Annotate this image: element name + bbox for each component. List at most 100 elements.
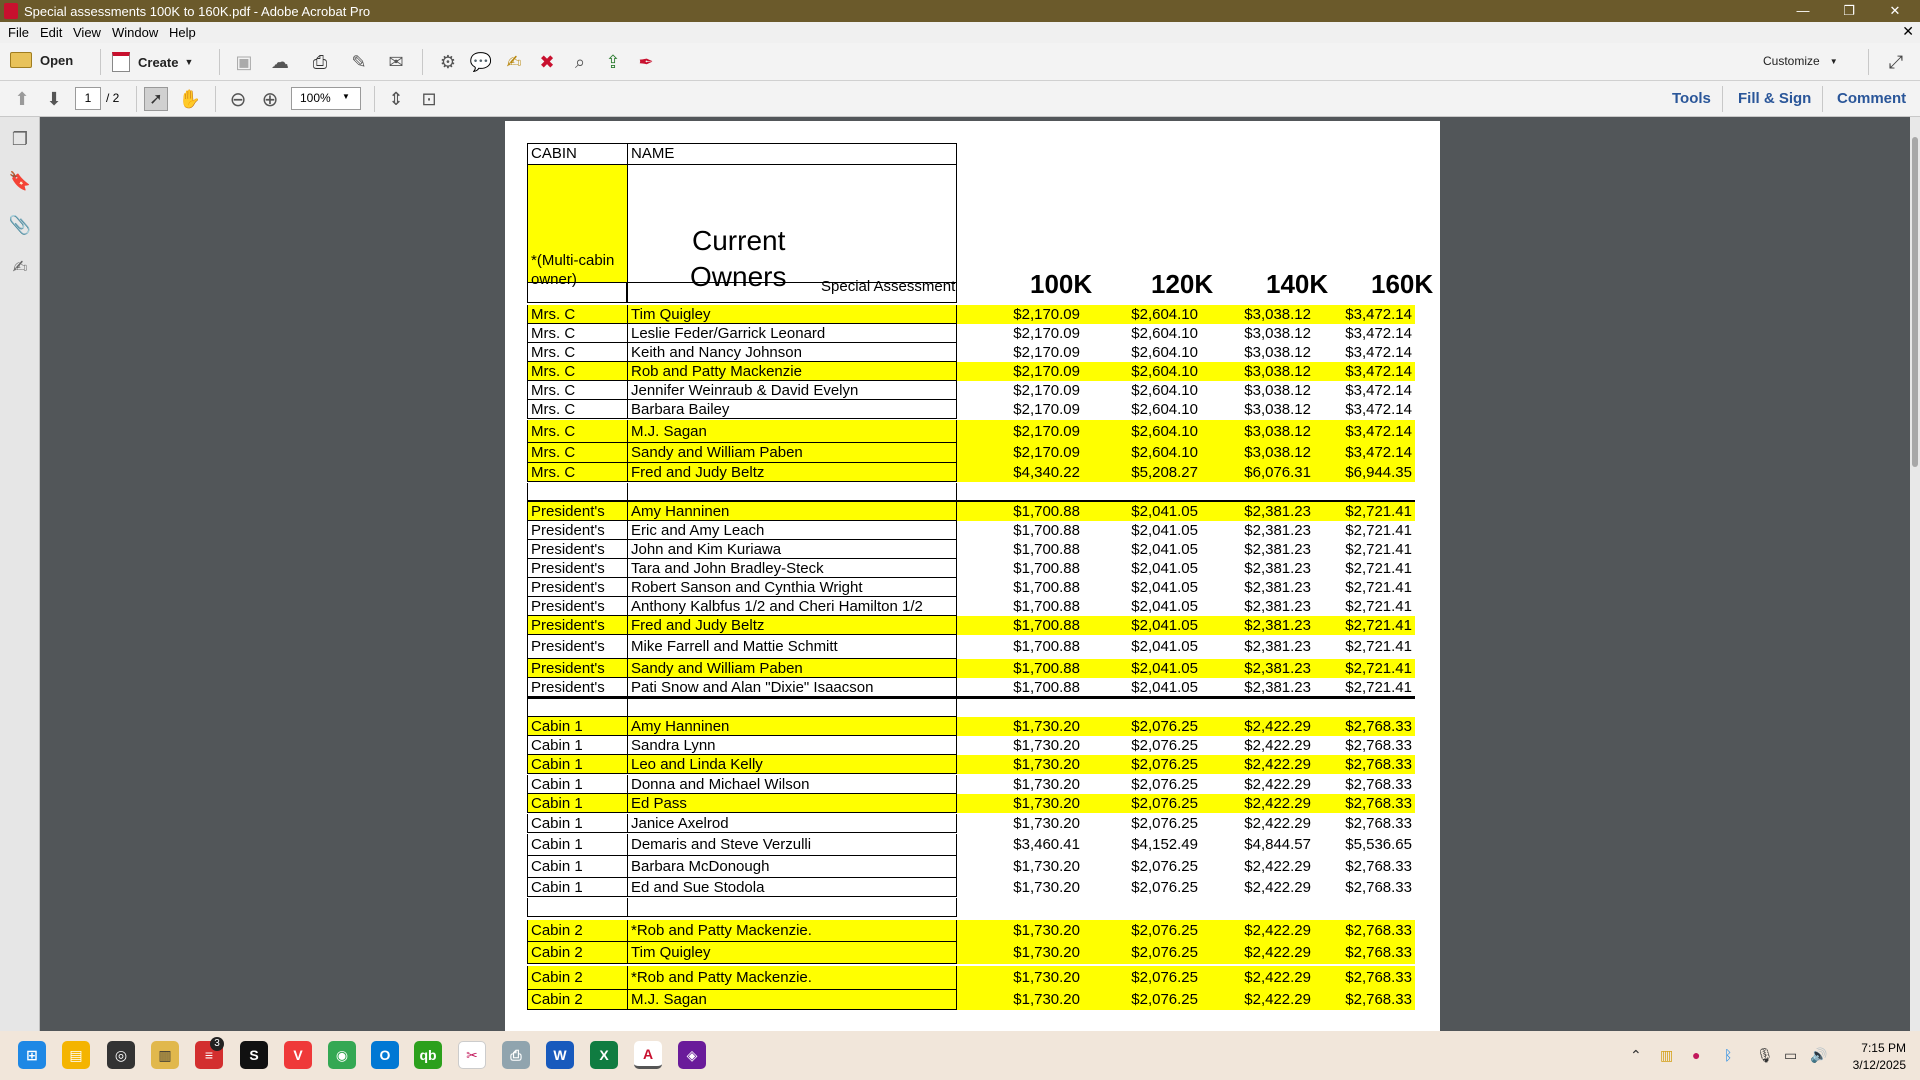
volume-icon[interactable]: 🔊: [1810, 1047, 1827, 1064]
amount-100k-cell: $1,700.88: [1013, 541, 1080, 558]
bookmarks-icon[interactable]: 🔖: [8, 169, 32, 193]
outlook-icon[interactable]: O: [371, 1041, 399, 1069]
quickbooks-icon[interactable]: qb: [414, 1041, 442, 1069]
scrivener-icon[interactable]: S: [240, 1041, 268, 1069]
cabin-cell: Cabin 2: [527, 990, 627, 1010]
attachments-icon[interactable]: 📎: [8, 213, 32, 237]
open-button[interactable]: Open: [10, 52, 73, 68]
comment-link[interactable]: Comment: [1837, 90, 1906, 107]
fit-width-icon[interactable]: ⊡: [417, 87, 441, 111]
owner-name-cell: Robert Sanson and Cynthia Wright: [627, 578, 957, 597]
owner-name-cell: Tim Quigley: [627, 305, 957, 324]
amount-140k-cell: $2,381.23: [1201, 502, 1314, 521]
amount-140k-cell: $2,422.29: [1244, 776, 1311, 793]
restore-button[interactable]: ❐: [1826, 0, 1872, 22]
next-page-icon[interactable]: ⬇: [42, 87, 66, 111]
hand-tool-icon[interactable]: ✋: [178, 87, 202, 111]
highlight-icon[interactable]: ✍: [502, 50, 526, 74]
export-icon[interactable]: ⇪: [601, 50, 625, 74]
table-row: Cabin 1 Donna and Michael Wilson $1,730.20…: [527, 775, 1415, 794]
zoom-in-icon[interactable]: ⊕: [258, 87, 282, 111]
table-row: Cabin 1 Leo and Linda Kelly $1,730.20 $2,07…: [527, 755, 1415, 774]
network-icon[interactable]: ▭: [1784, 1047, 1797, 1064]
settings-gear-icon[interactable]: ⚙: [436, 50, 460, 74]
file-explorer-icon[interactable]: ▤: [62, 1041, 90, 1069]
table-row: Cabin 1 Janice Axelrod $1,730.20 $2,076.25 $…: [527, 814, 1415, 833]
owner-name-cell: Leslie Feder/Garrick Leonard: [627, 324, 957, 343]
amount-100k-cell: $1,700.88: [1013, 560, 1080, 577]
page-thumbnails-icon[interactable]: ❐: [8, 127, 32, 151]
close-button[interactable]: ✕: [1872, 0, 1918, 22]
bluetooth-icon[interactable]: ᛒ: [1724, 1047, 1732, 1063]
save-icon[interactable]: ▣: [232, 50, 256, 74]
menu-help[interactable]: Help: [169, 25, 196, 40]
fullscreen-icon[interactable]: ⤢: [1884, 50, 1908, 74]
delete-page-icon[interactable]: ✖: [535, 50, 559, 74]
tray-app-icon[interactable]: ▥: [1660, 1047, 1673, 1064]
microphone-icon[interactable]: 🎙: [1756, 1047, 1774, 1064]
vivaldi-icon[interactable]: V: [284, 1041, 312, 1069]
signatures-icon[interactable]: ✍: [8, 255, 32, 279]
amount-100k-cell: $1,700.88: [957, 502, 1083, 521]
amount-140k-cell: [1201, 483, 1314, 502]
owner-name-cell: Leo and Linda Kelly: [627, 755, 957, 774]
menu-window[interactable]: Window: [112, 25, 158, 40]
table-row: President's Eric and Amy Leach $1,700.88 $2…: [527, 521, 1415, 540]
scrollbar-thumb[interactable]: [1912, 137, 1918, 467]
close-document-icon[interactable]: ✕: [1902, 23, 1914, 40]
select-cursor-icon[interactable]: ➚: [144, 87, 168, 111]
amount-120k-cell: $2,076.25: [1083, 755, 1201, 774]
tools-link[interactable]: Tools: [1672, 90, 1711, 107]
fill-sign-link[interactable]: Fill & Sign: [1738, 90, 1811, 107]
fit-page-icon[interactable]: ⇕: [384, 87, 408, 111]
minimize-button[interactable]: —: [1780, 0, 1826, 22]
chrome-icon[interactable]: ◉: [328, 1041, 356, 1069]
excel-icon[interactable]: X: [590, 1041, 618, 1069]
amount-160k-cell: $2,768.33: [1345, 815, 1412, 832]
cabin-cell: Mrs. C: [527, 381, 627, 400]
notebook-app-icon[interactable]: ▥: [151, 1041, 179, 1069]
document-viewer[interactable]: CABIN *(Multi-cabin owner) NAME Current …: [40, 117, 1910, 1031]
acrobat-taskbar-icon[interactable]: A: [634, 1041, 662, 1069]
menu-view[interactable]: View: [73, 25, 101, 40]
chrome-dev-icon[interactable]: ◎: [107, 1041, 135, 1069]
edit-icon[interactable]: ✎: [347, 50, 371, 74]
table-row: President's Amy Hanninen $1,700.88 $2,041.0…: [527, 502, 1415, 521]
cloud-upload-icon[interactable]: ☁: [268, 50, 292, 74]
amount-160k-cell: $5,536.65: [1345, 836, 1412, 853]
zoom-level-input[interactable]: 100%: [291, 87, 361, 110]
page-search-icon[interactable]: ⌕: [568, 50, 592, 74]
zoom-out-icon[interactable]: ⊖: [226, 87, 250, 111]
create-button[interactable]: Create ▼: [112, 52, 193, 72]
customize-button[interactable]: Customize ▼: [1763, 54, 1838, 68]
amount-100k-cell: $3,460.41: [1013, 836, 1080, 853]
cabin-cell: Cabin 1: [527, 814, 627, 833]
vertical-scrollbar[interactable]: [1910, 117, 1920, 1031]
system-clock[interactable]: 7:15 PM 3/12/2025: [1853, 1040, 1906, 1074]
amount-100k-cell: $2,170.09: [957, 443, 1083, 463]
windows-start-icon[interactable]: ⊞: [18, 1041, 46, 1069]
menu-file[interactable]: File: [8, 25, 29, 40]
email-icon[interactable]: ✉: [384, 50, 408, 74]
amount-160k-cell: $2,768.33: [1345, 858, 1412, 875]
comment-bubble-icon[interactable]: 💬: [469, 50, 493, 74]
amount-140k-cell: $2,422.29: [1201, 920, 1314, 942]
print-icon[interactable]: ⎙: [308, 50, 332, 74]
sign-icon[interactable]: ✒: [634, 50, 658, 74]
chevron-down-icon[interactable]: ▼: [342, 92, 350, 101]
owner-name-cell: Amy Hanninen: [627, 502, 957, 521]
snipping-tool-icon[interactable]: ✂: [458, 1041, 486, 1069]
menu-edit[interactable]: Edit: [40, 25, 62, 40]
tray-color-icon[interactable]: ●: [1692, 1047, 1700, 1063]
amount-120k-cell: [1083, 698, 1201, 717]
divider: [422, 49, 423, 75]
amount-160k-cell: [1314, 483, 1415, 502]
tray-chevron-up-icon[interactable]: ⌃: [1630, 1047, 1642, 1064]
amount-100k-cell: $1,730.20: [1013, 879, 1080, 896]
printer-app-icon[interactable]: ⎙: [502, 1041, 530, 1069]
word-icon[interactable]: W: [546, 1041, 574, 1069]
page-number-input[interactable]: 1: [75, 87, 101, 110]
visual-studio-icon[interactable]: ◈: [678, 1041, 706, 1069]
amount-120k-cell: $2,041.05: [1131, 579, 1198, 596]
previous-page-icon[interactable]: ⬆: [10, 87, 34, 111]
